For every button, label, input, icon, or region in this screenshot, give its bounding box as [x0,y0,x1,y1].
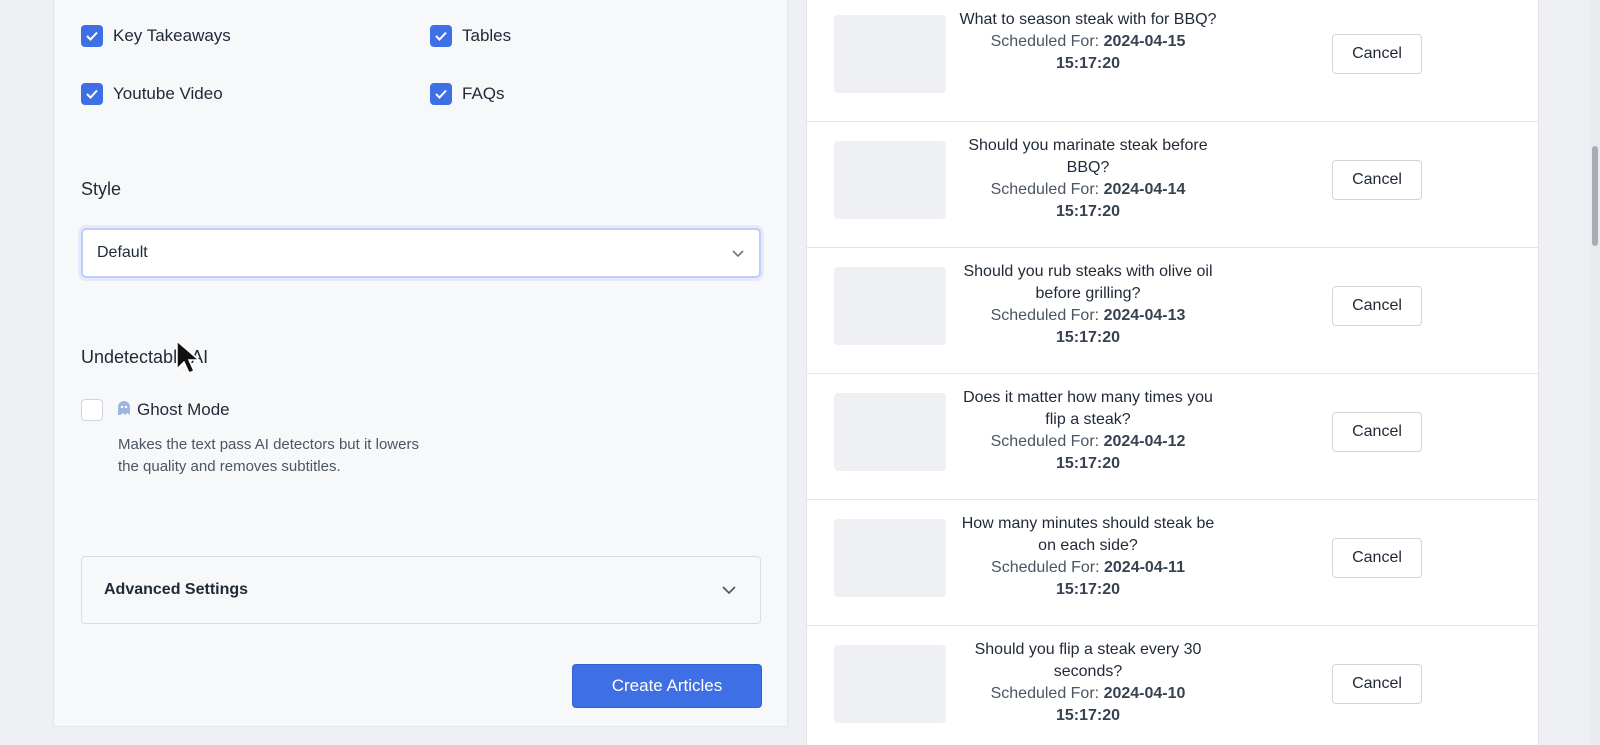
scheduled-article-row: What to season steak with for BBQ? Schedu… [807,0,1538,122]
article-title: Should you marinate steak before BBQ? [968,137,1208,176]
scheduled-time-line: 15:17:20 [952,705,1224,727]
article-info: Should you marinate steak before BBQ? Sch… [952,135,1224,223]
scheduled-for-line: Scheduled For: 2024-04-13 [952,305,1224,327]
article-info: Does it matter how many times you flip a… [952,387,1224,475]
article-title: What to season steak with for BBQ? [959,11,1217,28]
cancel-button[interactable]: Cancel [1332,34,1422,74]
article-title: Should you flip a steak every 30 seconds… [974,641,1202,680]
article-thumbnail [834,15,946,93]
scheduled-time: 15:17:20 [1055,55,1121,72]
scheduled-articles-list: What to season steak with for BBQ? Schedu… [806,0,1539,745]
style-select-value: Default [97,244,148,261]
tables-checkbox[interactable] [430,25,452,47]
option-key-takeaways[interactable]: Key Takeaways [81,24,231,48]
chevron-down-icon [732,250,744,258]
option-youtube-video[interactable]: Youtube Video [81,82,223,106]
page-scrollbar[interactable] [1590,0,1600,745]
article-thumbnail [834,267,946,345]
tables-label: Tables [462,26,512,45]
scheduled-time-line: 15:17:20 [952,201,1224,223]
scheduled-date: 2024-04-10 [1103,685,1186,702]
scheduled-time-line: 15:17:20 [952,453,1224,475]
scheduled-article-row: Should you flip a steak every 30 seconds… [807,626,1538,745]
article-info: How many minutes should steak be on each… [952,513,1224,601]
scheduled-time: 15:17:20 [1055,581,1121,598]
article-info: Should you flip a steak every 30 seconds… [952,639,1224,727]
scheduled-time: 15:17:20 [1055,329,1121,346]
scheduled-time: 15:17:20 [1055,455,1121,472]
mouse-cursor-icon [176,340,202,374]
faqs-label: FAQs [462,84,505,103]
scheduled-for-label: Scheduled For: [990,433,1100,450]
scheduled-for-line: Scheduled For: 2024-04-14 [952,179,1224,201]
chevron-down-icon [722,586,736,595]
key-takeaways-checkbox[interactable] [81,25,103,47]
cancel-button[interactable]: Cancel [1332,664,1422,704]
scheduled-time: 15:17:20 [1055,707,1121,724]
cancel-button[interactable]: Cancel [1332,538,1422,578]
cancel-button[interactable]: Cancel [1332,160,1422,200]
cancel-button[interactable]: Cancel [1332,286,1422,326]
faqs-checkbox[interactable] [430,83,452,105]
ghost-icon [117,400,131,420]
scheduled-time: 15:17:20 [1055,203,1121,220]
checkmark-icon [435,89,447,99]
article-thumbnail [834,141,946,219]
option-tables[interactable]: Tables [430,24,511,48]
scheduled-for-line: Scheduled For: 2024-04-11 [952,557,1224,579]
scheduled-time-line: 15:17:20 [952,327,1224,349]
scheduled-for-label: Scheduled For: [990,33,1100,50]
article-settings-panel: Key Takeaways Tables Youtube Video FAQs … [53,0,788,727]
scheduled-for-line: Scheduled For: 2024-04-12 [952,431,1224,453]
scheduled-for-label: Scheduled For: [990,181,1100,198]
option-faqs[interactable]: FAQs [430,82,505,106]
youtube-video-label: Youtube Video [113,84,223,103]
article-info: Should you rub steaks with olive oil bef… [952,261,1224,349]
key-takeaways-label: Key Takeaways [113,26,231,45]
create-articles-button[interactable]: Create Articles [572,664,762,708]
scheduled-date: 2024-04-12 [1103,433,1186,450]
scheduled-article-row: Should you marinate steak before BBQ? Sch… [807,122,1538,248]
scheduled-date: 2024-04-13 [1103,307,1186,324]
article-title: Should you rub steaks with olive oil bef… [963,263,1213,302]
scheduled-for-line: Scheduled For: 2024-04-15 [952,31,1224,53]
checkmark-icon [86,31,98,41]
style-select[interactable]: Default [81,228,761,278]
scheduled-date: 2024-04-14 [1103,181,1186,198]
scheduled-article-row: Does it matter how many times you flip a… [807,374,1538,500]
ghost-mode-checkbox[interactable] [81,399,103,421]
scrollbar-thumb[interactable] [1592,146,1598,246]
article-thumbnail [834,393,946,471]
scheduled-article-row: Should you rub steaks with olive oil bef… [807,248,1538,374]
scheduled-time-line: 15:17:20 [952,53,1224,75]
cancel-button[interactable]: Cancel [1332,412,1422,452]
scheduled-date: 2024-04-15 [1103,33,1186,50]
advanced-settings-label: Advanced Settings [104,581,249,598]
scheduled-article-row: How many minutes should steak be on each… [807,500,1538,626]
ghost-mode-label: Ghost Mode [137,400,230,419]
scheduled-for-line: Scheduled For: 2024-04-10 [952,683,1224,705]
article-thumbnail [834,519,946,597]
scheduled-for-label: Scheduled For: [991,559,1100,576]
scheduled-for-label: Scheduled For: [990,307,1100,324]
ghost-mode-help-text: Makes the text pass AI detectors but it … [118,436,419,475]
checkmark-icon [86,89,98,99]
scheduled-date: 2024-04-11 [1104,559,1185,576]
advanced-settings-toggle[interactable]: Advanced Settings [81,556,761,624]
youtube-video-checkbox[interactable] [81,83,103,105]
scheduled-time-line: 15:17:20 [952,579,1224,601]
style-heading: Style [81,179,122,199]
scheduled-for-label: Scheduled For: [990,685,1100,702]
article-thumbnail [834,645,946,723]
article-title: Does it matter how many times you flip a… [963,389,1213,428]
page: Key Takeaways Tables Youtube Video FAQs … [0,0,1600,745]
article-title: How many minutes should steak be on each… [961,515,1215,554]
option-ghost-mode[interactable]: Ghost Mode [81,398,230,422]
checkmark-icon [435,31,447,41]
article-info: What to season steak with for BBQ? Schedu… [952,9,1224,75]
